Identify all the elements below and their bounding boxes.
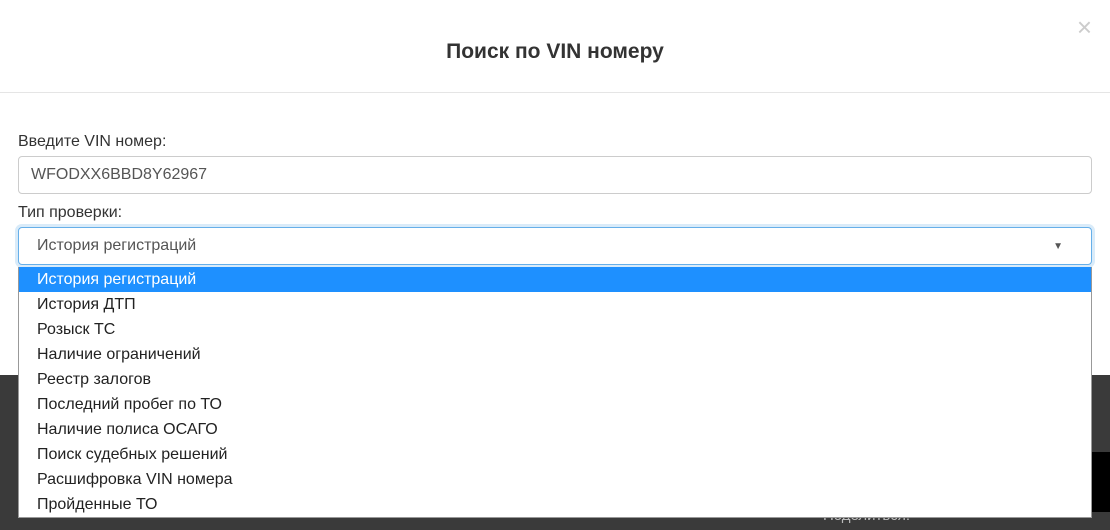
vin-label: Введите VIN номер: <box>18 133 1092 151</box>
dropdown-option[interactable]: Розыск ТС <box>19 317 1091 342</box>
dropdown-option[interactable]: Наличие полиса ОСАГО <box>19 417 1091 442</box>
dropdown-option[interactable]: Реестр залогов <box>19 367 1091 392</box>
chevron-down-icon: ▼ <box>1053 241 1063 252</box>
dropdown-option[interactable]: История регистраций <box>19 267 1091 292</box>
dropdown-option[interactable]: Поиск судебных решений <box>19 442 1091 467</box>
select-display[interactable]: История регистраций ▼ <box>18 227 1092 265</box>
dropdown-option[interactable]: Последний пробег по ТО <box>19 392 1091 417</box>
dropdown-option[interactable]: Расшифровка VIN номера <box>19 467 1091 492</box>
vin-search-modal: × Поиск по VIN номеру Введите VIN номер:… <box>0 0 1110 530</box>
modal-header: × Поиск по VIN номеру <box>0 0 1110 93</box>
dropdown-option[interactable]: История ДТП <box>19 292 1091 317</box>
check-type-select[interactable]: История регистраций ▼ История регистраци… <box>18 227 1092 265</box>
select-value: История регистраций <box>37 237 196 255</box>
modal-title: Поиск по VIN номеру <box>0 40 1110 64</box>
modal-body: Введите VIN номер: Тип проверки: История… <box>0 93 1110 265</box>
dropdown-option[interactable]: Наличие ограничений <box>19 342 1091 367</box>
close-icon[interactable]: × <box>1077 14 1092 40</box>
dropdown-list: История регистрацийИстория ДТПРозыск ТСН… <box>18 267 1092 518</box>
check-type-label: Тип проверки: <box>18 204 1092 222</box>
dropdown-option[interactable]: Пройденные ТО <box>19 492 1091 517</box>
vin-input[interactable] <box>18 156 1092 194</box>
